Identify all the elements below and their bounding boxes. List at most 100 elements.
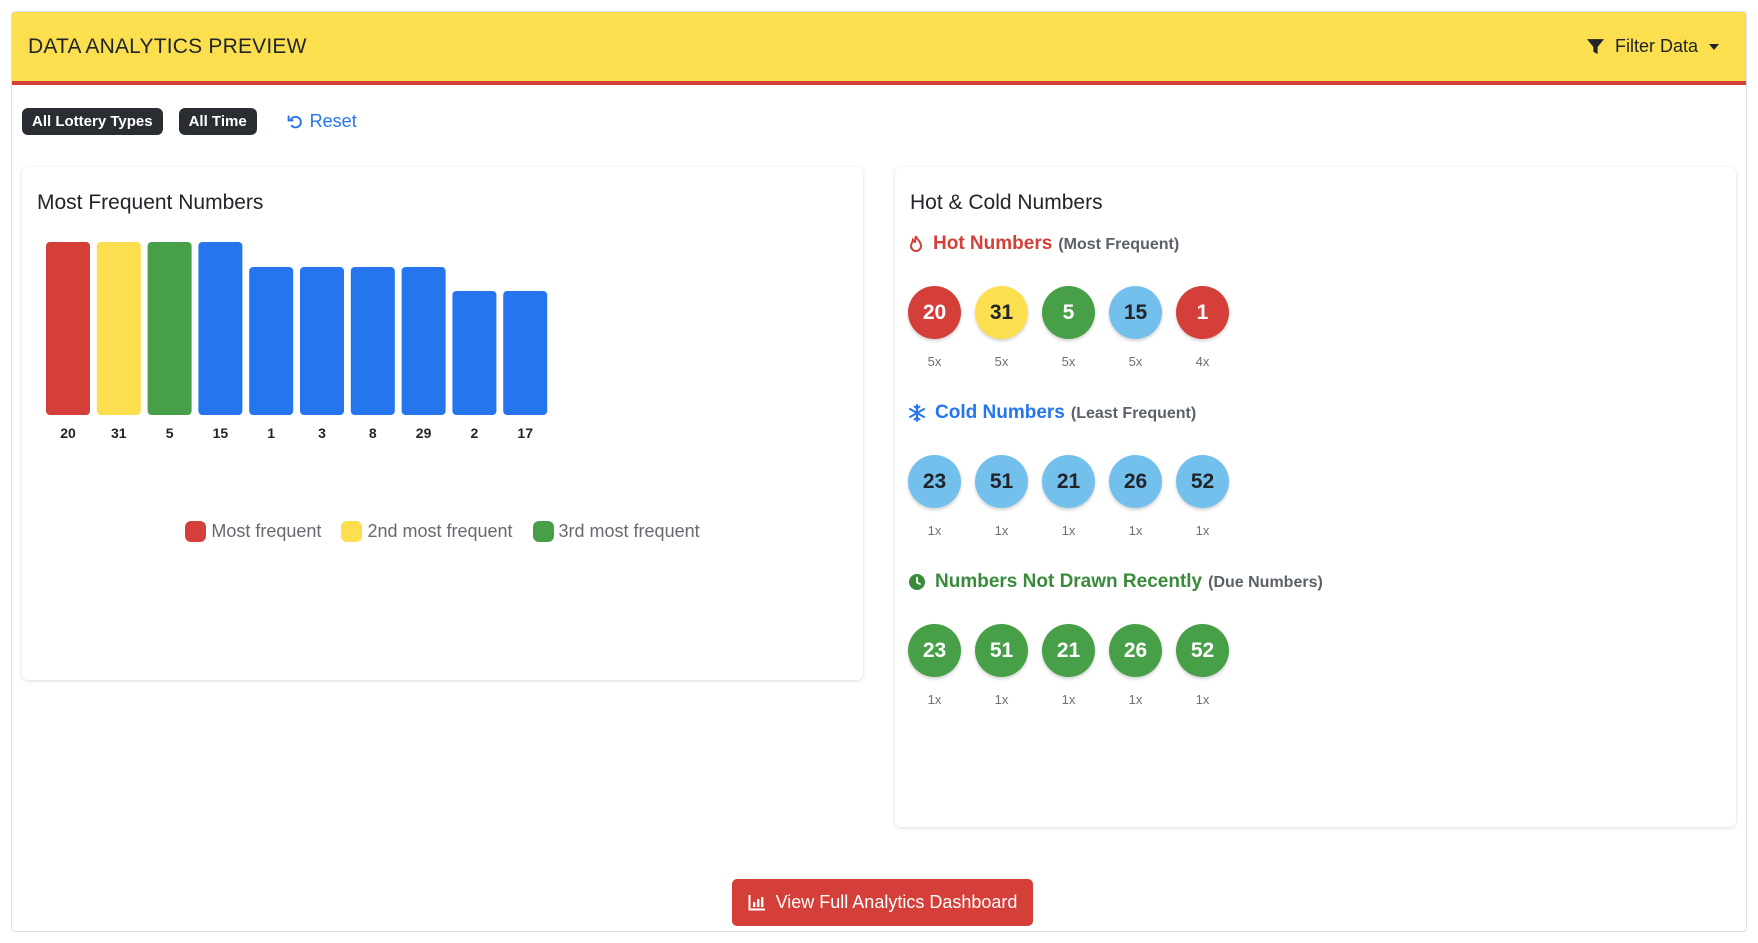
bar-label-3: 3 [318, 425, 326, 441]
legend-label: 2nd most frequent [367, 521, 513, 541]
hot-numbers-sub: (Most Frequent) [1058, 236, 1180, 253]
draw-count: 5x [994, 354, 1009, 369]
filter-icon [1586, 39, 1604, 54]
cold-numbers-heading: Cold Numbers (Least Frequent) [908, 402, 1243, 424]
number-ball-item: 15 5x [1109, 286, 1176, 369]
bar-label-5: 5 [166, 425, 174, 441]
number-ball-item: 26 1x [1109, 455, 1176, 538]
number-ball: 51 [975, 624, 1028, 677]
number-ball: 52 [1176, 455, 1229, 508]
cold-numbers-section: Cold Numbers (Least Frequent) 23 1x 51 1x 21… [908, 402, 1243, 538]
analytics-panel: DATA ANALYTICS PREVIEW Filter Data All L… [11, 11, 1747, 932]
bar-31 [96, 242, 141, 415]
filter-data-label: Filter Data [1614, 36, 1698, 56]
due-numbers-section: Numbers Not Drawn Recently (Due Numbers)… [908, 571, 1323, 707]
number-ball-item: 51 1x [975, 455, 1042, 538]
number-ball: 26 [1109, 455, 1162, 508]
hot-numbers-section: Hot Numbers (Most Frequent) 20 5x 31 5x 5 5x 1… [908, 233, 1243, 369]
cold-numbers-label: Cold Numbers [935, 402, 1065, 423]
draw-count: 1x [1195, 523, 1210, 538]
bar-label-8: 8 [369, 425, 377, 441]
cold-numbers-sub: (Least Frequent) [1070, 405, 1197, 422]
bar-label-15: 15 [213, 425, 229, 441]
number-ball: 21 [1042, 624, 1095, 677]
hot-cold-card: Hot & Cold Numbers Hot Numbers (Most Fre… [895, 167, 1736, 827]
number-ball-item: 52 1x [1176, 455, 1243, 538]
hot-numbers-label: Hot Numbers [933, 233, 1053, 254]
filter-data-dropdown[interactable]: Filter Data [1586, 36, 1719, 57]
reset-label: Reset [309, 111, 357, 131]
view-full-dashboard-button[interactable]: View Full Analytics Dashboard [732, 879, 1033, 926]
hot-ball-list: 20 5x 31 5x 5 5x 15 5x 1 4x [908, 286, 1243, 369]
number-ball: 52 [1176, 624, 1229, 677]
due-numbers-sub: (Due Numbers) [1208, 574, 1323, 591]
number-ball: 26 [1109, 624, 1162, 677]
chart-bar-icon [748, 895, 765, 911]
legend-item-second: 2nd most frequent [341, 521, 513, 542]
bar-15 [198, 242, 243, 415]
legend-swatch [532, 521, 554, 542]
cold-ball-list: 23 1x 51 1x 21 1x 26 1x 52 1x [908, 455, 1243, 538]
bar-label-17: 17 [517, 425, 533, 441]
snowflake-icon [909, 404, 925, 422]
legend-label: Most frequent [211, 521, 322, 541]
bar-29 [401, 267, 446, 415]
number-ball: 1 [1176, 286, 1229, 339]
number-ball-item: 52 1x [1176, 624, 1243, 707]
hot-cold-title: Hot & Cold Numbers [910, 191, 1103, 214]
reset-link[interactable]: Reset [287, 111, 357, 132]
draw-count: 4x [1195, 354, 1210, 369]
panel-header: DATA ANALYTICS PREVIEW Filter Data [12, 12, 1746, 85]
due-ball-list: 23 1x 51 1x 21 1x 26 1x 52 1x [908, 624, 1323, 707]
filter-chip-time-range[interactable]: All Time [178, 108, 257, 135]
number-ball-item: 5 5x [1042, 286, 1109, 369]
active-filters: All Lottery Types All Time Reset [22, 108, 357, 135]
legend-label: 3rd most frequent [558, 521, 700, 541]
draw-count: 1x [994, 523, 1009, 538]
bar-label-1: 1 [267, 425, 275, 441]
bar-5 [147, 242, 192, 415]
number-ball-item: 1 4x [1176, 286, 1243, 369]
number-ball: 5 [1042, 286, 1095, 339]
draw-count: 5x [1061, 354, 1076, 369]
draw-count: 5x [1128, 354, 1143, 369]
draw-count: 5x [927, 354, 942, 369]
filter-chip-lottery-types[interactable]: All Lottery Types [22, 108, 163, 135]
most-frequent-card: Most Frequent Numbers 20 31 5 15 1 3 8 29 2 17 Mo… [22, 167, 863, 680]
bar-8 [350, 267, 395, 415]
number-ball-item: 23 1x [908, 624, 975, 707]
number-ball: 21 [1042, 455, 1095, 508]
hot-numbers-heading: Hot Numbers (Most Frequent) [908, 233, 1243, 255]
number-ball-item: 20 5x [908, 286, 975, 369]
number-ball-item: 31 5x [975, 286, 1042, 369]
draw-count: 1x [994, 692, 1009, 707]
due-numbers-label: Numbers Not Drawn Recently [935, 571, 1203, 592]
number-ball: 23 [908, 624, 961, 677]
number-ball: 20 [908, 286, 961, 339]
draw-count: 1x [1128, 692, 1143, 707]
view-full-dashboard-label: View Full Analytics Dashboard [775, 892, 1018, 912]
number-ball-item: 23 1x [908, 455, 975, 538]
due-numbers-heading: Numbers Not Drawn Recently (Due Numbers) [908, 571, 1323, 593]
number-ball: 23 [908, 455, 961, 508]
panel-title: DATA ANALYTICS PREVIEW [28, 34, 307, 58]
bar-1 [249, 267, 294, 415]
caret-down-icon [1709, 43, 1719, 50]
draw-count: 1x [1061, 523, 1076, 538]
bar-label-31: 31 [111, 425, 127, 441]
bar-20 [46, 242, 90, 415]
bar-label-29: 29 [416, 425, 432, 441]
draw-count: 1x [927, 692, 942, 707]
bar-label-20: 20 [60, 425, 76, 441]
draw-count: 1x [1061, 692, 1076, 707]
legend-item-most: Most frequent [185, 521, 321, 542]
number-ball-item: 21 1x [1042, 455, 1109, 538]
draw-count: 1x [1128, 523, 1143, 538]
number-ball-item: 21 1x [1042, 624, 1109, 707]
number-ball: 51 [975, 455, 1028, 508]
frequency-bar-chart: 20 31 5 15 1 3 8 29 2 17 [46, 242, 548, 441]
number-ball-item: 26 1x [1109, 624, 1176, 707]
bar-17 [503, 291, 548, 415]
draw-count: 1x [927, 523, 942, 538]
chart-legend: Most frequent 2nd most frequent 3rd most… [22, 521, 863, 542]
